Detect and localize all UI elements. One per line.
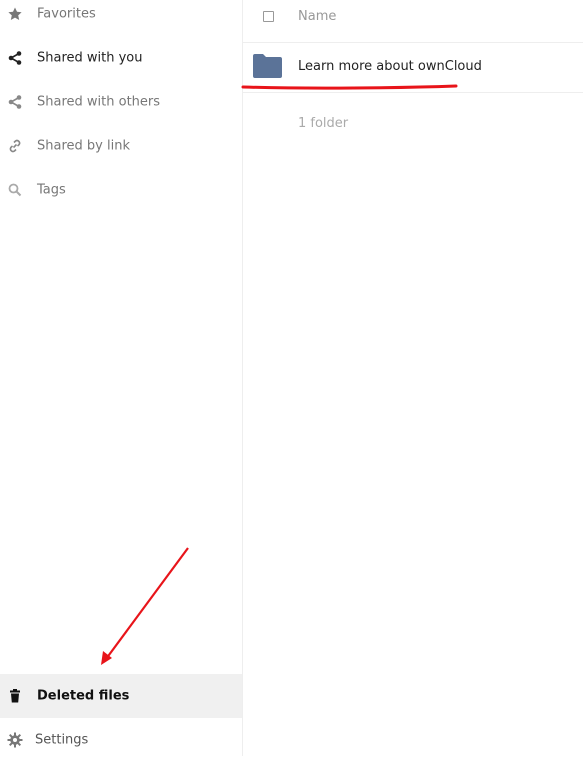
link-icon xyxy=(7,138,23,154)
sidebar-item-label: Shared by link xyxy=(37,138,130,154)
trash-icon xyxy=(7,688,23,704)
gear-icon xyxy=(7,732,23,748)
star-icon xyxy=(7,6,23,22)
sidebar-item-tags[interactable]: Tags xyxy=(0,168,242,212)
sidebar-item-shared-by-link[interactable]: Shared by link xyxy=(0,124,242,168)
sidebar-item-deleted-files[interactable]: Deleted files xyxy=(0,674,242,718)
sidebar-item-favorites[interactable]: Favorites xyxy=(0,0,242,36)
sidebar-item-label: Shared with others xyxy=(37,94,161,110)
sidebar: Favorites Shared with you Shared with ot… xyxy=(0,0,243,756)
select-all-checkbox[interactable] xyxy=(263,11,274,22)
column-header-name[interactable]: Name xyxy=(298,9,336,24)
file-name[interactable]: Learn more about ownCloud xyxy=(298,59,482,74)
sidebar-settings[interactable]: Settings xyxy=(0,718,242,762)
share-icon xyxy=(7,94,23,110)
sidebar-item-label: Favorites xyxy=(37,6,96,22)
folder-icon xyxy=(253,54,282,82)
table-row[interactable]: Learn more about ownCloud xyxy=(243,43,583,93)
sidebar-item-label: Settings xyxy=(35,732,89,748)
file-list-header: Name xyxy=(243,0,583,43)
sidebar-item-shared-with-you[interactable]: Shared with you xyxy=(0,36,242,80)
search-icon xyxy=(7,182,23,198)
file-list-summary: 1 folder xyxy=(298,116,349,131)
sidebar-item-label: Deleted files xyxy=(37,688,130,704)
file-list: Name Learn more about ownCloud 1 folder xyxy=(243,0,583,756)
sidebar-item-label: Shared with you xyxy=(37,50,143,66)
sidebar-item-shared-with-others[interactable]: Shared with others xyxy=(0,80,242,124)
share-icon xyxy=(7,50,23,66)
sidebar-item-label: Tags xyxy=(37,182,66,198)
